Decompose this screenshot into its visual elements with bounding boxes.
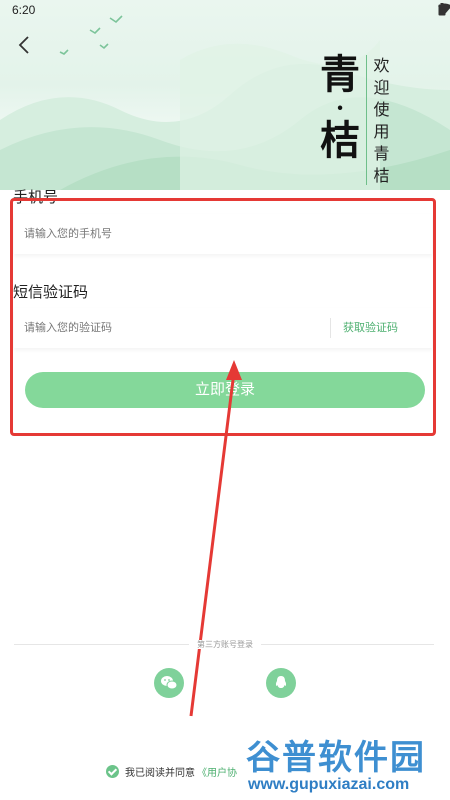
agreement-text: 我已阅读并同意 <box>125 768 195 779</box>
welcome-slogan: 欢迎使用青桔小说 <box>366 55 392 185</box>
phone-input[interactable] <box>14 214 314 254</box>
wechat-icon <box>161 676 178 690</box>
get-code-button[interactable]: 获取验证码 <box>330 318 432 338</box>
status-time: 6:20 <box>12 3 36 17</box>
brand-char-bottom: 桔 <box>320 117 360 164</box>
sms-code-input[interactable] <box>14 308 314 348</box>
brand-char-top: 青 <box>320 51 360 98</box>
chevron-left-icon <box>18 36 29 54</box>
sms-code-label: 短信验证码 <box>13 284 89 301</box>
battery-icon <box>438 3 446 16</box>
login-button[interactable]: 立即登录 <box>25 372 425 408</box>
qq-icon <box>275 676 287 688</box>
user-agreement-link[interactable]: 《用户协 <box>197 764 237 779</box>
phone-label: 手机号 <box>13 189 59 206</box>
watermark-url: www.gupuxiazai.com <box>248 776 410 793</box>
sms-field-container: 获取验证码 <box>14 308 432 348</box>
agreement-checkbox[interactable] <box>106 765 119 778</box>
header-banner: 6:20 青 · 桔 欢迎使用青桔小说 <box>0 0 450 190</box>
watermark-title: 谷普软件园 <box>246 738 426 778</box>
back-button[interactable] <box>14 32 36 58</box>
status-bar: 6:20 <box>0 0 450 22</box>
brand-logo: 青 · 桔 <box>318 52 362 164</box>
site-watermark: 谷普软件园 www.gupuxiazai.com <box>246 730 450 800</box>
phone-field-container <box>14 214 432 254</box>
wechat-login-button[interactable] <box>154 668 184 698</box>
qq-login-button[interactable] <box>266 668 296 698</box>
agreement-row: 我已阅读并同意 《用户协 <box>106 764 237 779</box>
third-party-label: 第三方账号登录 <box>189 640 261 649</box>
